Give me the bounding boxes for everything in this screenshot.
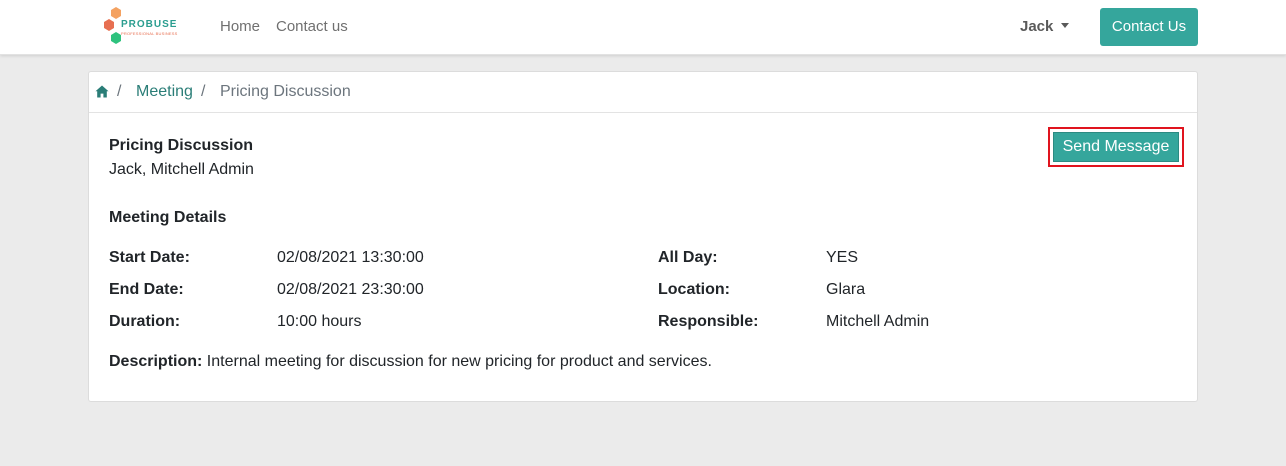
nav-home-link[interactable]: Home — [220, 18, 260, 35]
start-date-label: Start Date: — [109, 249, 190, 266]
top-navbar: PROBUSE PROFESSIONAL BUSINESS Home Conta… — [0, 0, 1286, 55]
user-menu-dropdown[interactable]: Jack — [1020, 18, 1070, 35]
responsible-label: Responsible: — [658, 313, 759, 330]
breadcrumb-current: Pricing Discussion — [220, 83, 351, 100]
duration-label: Duration: — [109, 313, 181, 330]
meeting-card: / Meeting / Pricing Discussion Pricing D… — [88, 71, 1198, 402]
send-message-highlight: Send Message — [1048, 127, 1184, 167]
breadcrumb-separator: / — [117, 83, 122, 100]
breadcrumb-separator: / — [201, 83, 206, 100]
description-label: Description: — [109, 353, 203, 370]
user-name: Jack — [1020, 18, 1054, 35]
meeting-title: Pricing Discussion — [109, 137, 254, 154]
caret-down-icon — [1061, 23, 1070, 28]
breadcrumb: / Meeting / Pricing Discussion — [89, 72, 1197, 113]
responsible-value: Mitchell Admin — [826, 313, 930, 330]
description-text: Internal meeting for discussion for new … — [206, 353, 712, 370]
logo-text: PROBUSE — [121, 19, 178, 30]
description-row: Description: Internal meeting for discus… — [109, 353, 712, 371]
all-day-label: All Day: — [658, 249, 718, 266]
start-date-value: 02/08/2021 13:30:00 — [277, 249, 424, 266]
breadcrumb-meeting-link[interactable]: Meeting — [136, 83, 193, 101]
meeting-attendees: Jack, Mitchell Admin — [109, 161, 254, 178]
duration-value: 10:00 hours — [277, 313, 362, 330]
logo-subtext: PROFESSIONAL BUSINESS — [121, 31, 178, 36]
location-value: Glara — [826, 281, 866, 298]
end-date-value: 02/08/2021 23:30:00 — [277, 281, 424, 298]
location-label: Location: — [658, 281, 730, 298]
nav-contact-link[interactable]: Contact us — [276, 18, 348, 35]
end-date-label: End Date: — [109, 281, 184, 298]
send-message-button[interactable]: Send Message — [1053, 132, 1179, 162]
meeting-details-heading: Meeting Details — [109, 209, 227, 226]
all-day-value: YES — [826, 249, 859, 266]
home-icon[interactable] — [95, 85, 109, 98]
probuse-logo[interactable]: PROBUSE PROFESSIONAL BUSINESS — [100, 6, 180, 48]
contact-us-button[interactable]: Contact Us — [1100, 8, 1198, 46]
